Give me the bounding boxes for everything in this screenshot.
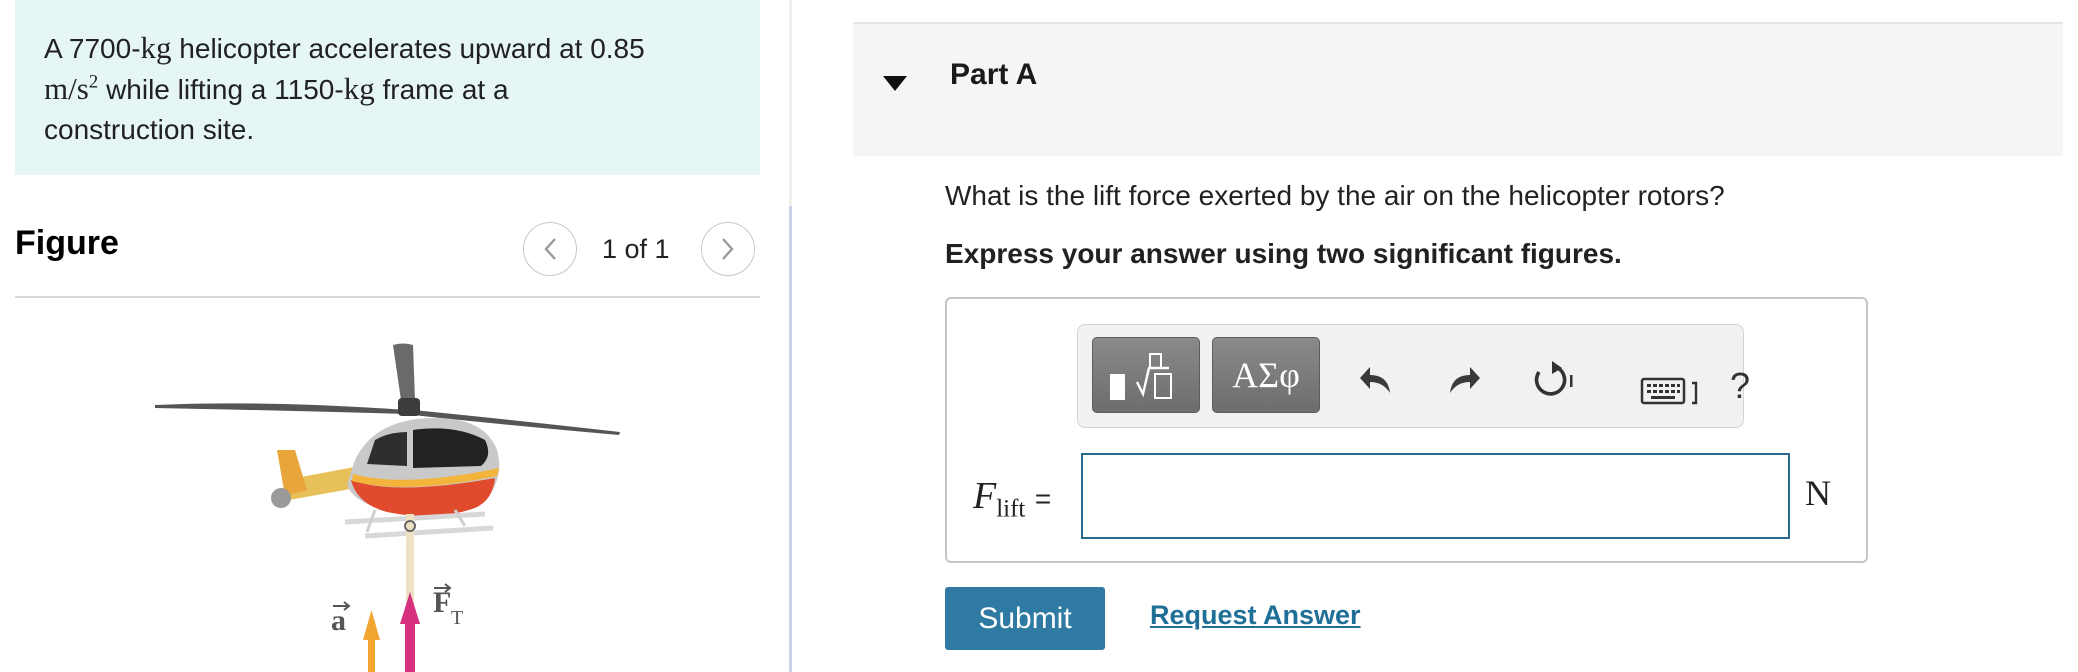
tension-label-subscript: T: [451, 607, 463, 629]
reset-icon[interactable]: [1528, 359, 1574, 401]
request-answer-link[interactable]: Request Answer: [1150, 600, 1361, 631]
submit-button[interactable]: Submit: [945, 587, 1105, 650]
greek-symbols-button[interactable]: ΑΣφ: [1212, 337, 1320, 413]
problem-statement: A 7700-kg helicopter accelerates upward …: [15, 0, 760, 175]
rotor-hub: [398, 398, 420, 416]
problem-line-3: construction site.: [44, 114, 255, 145]
redo-icon[interactable]: [1446, 363, 1482, 395]
acceleration-arrow-shaft: [368, 636, 375, 672]
unit-acceleration: m/s2: [44, 71, 99, 106]
column-scroll-indicator[interactable]: [789, 206, 792, 672]
next-figure-button[interactable]: [701, 222, 755, 276]
unit-label: N: [1805, 473, 1831, 513]
figure-divider: [15, 296, 760, 298]
answer-input[interactable]: [1081, 453, 1790, 539]
variable-label: Flift =: [973, 475, 1052, 523]
acceleration-arrow-head: [363, 610, 380, 640]
templates-button[interactable]: [1092, 337, 1200, 413]
unit-kg: kg: [140, 30, 172, 65]
chevron-right-icon: [722, 238, 734, 260]
problem-line-2: m/s2 while lifting a 1150-kg frame at a: [44, 71, 509, 106]
figure-pager-count: 1 of 1: [602, 234, 670, 264]
problem-line-1: A 7700-kg helicopter accelerates upward …: [44, 30, 645, 65]
collapse-caret-icon[interactable]: [883, 76, 907, 92]
greek-symbols-label: ΑΣφ: [1232, 355, 1300, 395]
tail-rotor: [271, 488, 291, 508]
keyboard-icon[interactable]: [1640, 377, 1702, 407]
rotor-blade-rear: [393, 343, 415, 400]
helicopter-illustration: a F T: [155, 343, 620, 672]
tension-label: F: [433, 586, 451, 619]
unit-kg: kg: [343, 71, 375, 106]
figure-title: Figure: [15, 224, 119, 262]
rotor-blade-left: [155, 403, 407, 414]
question-text: What is the lift force exerted by the ai…: [945, 180, 1725, 211]
math-toolbar: ΑΣφ ?: [1077, 324, 1750, 428]
chevron-left-icon: [544, 238, 556, 260]
landing-skid-right: [364, 525, 494, 539]
previous-figure-button[interactable]: [523, 222, 577, 276]
instruction-text: Express your answer using two significan…: [945, 238, 1622, 269]
undo-icon[interactable]: [1358, 363, 1394, 395]
part-title: Part A: [950, 58, 1038, 91]
figure-header: Figure 1 of 1: [15, 210, 760, 298]
templates-icon: [1110, 353, 1172, 400]
help-button[interactable]: ?: [1730, 365, 1750, 407]
figure-image: a F T: [15, 300, 760, 672]
tension-arrow-head: [400, 592, 420, 624]
tension-arrow-shaft: [405, 620, 415, 672]
part-a-header[interactable]: Part A: [853, 24, 2063, 156]
answer-panel: ΑΣφ ? Flift = N: [945, 297, 1868, 563]
